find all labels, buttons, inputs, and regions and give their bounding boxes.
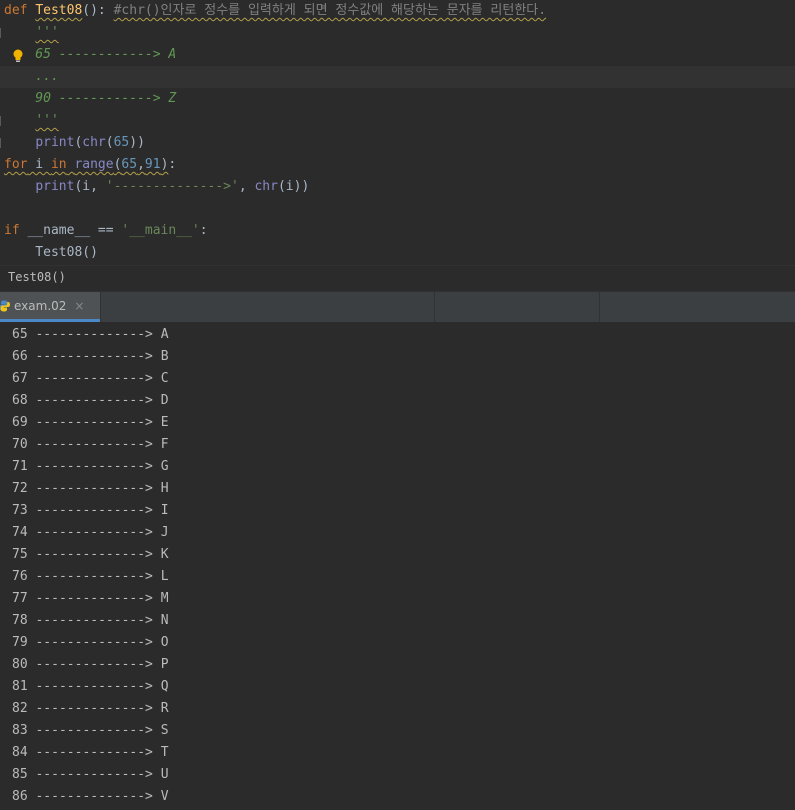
- console-line: 66 --------------> B: [12, 349, 169, 364]
- console-line: 83 --------------> S: [12, 723, 169, 738]
- code-token: )): [129, 135, 145, 150]
- code-token: ,: [238, 179, 255, 194]
- console-line: 73 --------------> I: [12, 503, 169, 518]
- code-token: ():: [82, 3, 114, 18]
- console-line: 71 --------------> G: [12, 459, 169, 474]
- tab-divider: [434, 292, 435, 322]
- code-line[interactable]: ...: [0, 66, 795, 88]
- code-line[interactable]: for i in range(65,91):: [0, 154, 795, 176]
- code-line[interactable]: 90 ------------> Z: [0, 88, 795, 110]
- code-token: chr: [254, 179, 278, 194]
- code-token: print: [35, 135, 75, 150]
- tab-divider: [100, 292, 101, 322]
- console-line: 70 --------------> F: [12, 437, 169, 452]
- code-token: ''': [35, 113, 59, 128]
- code-editor[interactable]: def Test08(): #chr()인자로 정수를 입력하게 되면 정수값에…: [0, 0, 795, 265]
- console-line: 78 --------------> N: [12, 613, 169, 628]
- code-line[interactable]: ''': [0, 110, 795, 132]
- code-token: ...: [4, 69, 59, 84]
- console-line: 76 --------------> L: [12, 569, 169, 584]
- code-line[interactable]: Test08(): [0, 242, 795, 264]
- code-token: #chr()인자로 정수를 입력하게 되면 정수값에 해당하는 문자를 리턴한다…: [113, 3, 547, 18]
- code-token: i: [27, 157, 51, 172]
- console-line: 80 --------------> P: [12, 657, 169, 672]
- code-line[interactable]: ''': [0, 22, 795, 44]
- code-line[interactable]: 65 ------------> A: [0, 44, 795, 66]
- console-line: 74 --------------> J: [12, 525, 169, 540]
- console-line: 67 --------------> C: [12, 371, 169, 386]
- fold-marker[interactable]: [0, 138, 4, 148]
- console-line: 72 --------------> H: [12, 481, 169, 496]
- code-token: if: [4, 223, 28, 238]
- code-token: 65 ------------> A: [4, 47, 177, 62]
- code-token: ,: [137, 157, 145, 172]
- code-token: 90 ------------> Z: [4, 91, 177, 106]
- code-line[interactable]: [0, 198, 795, 220]
- close-icon[interactable]: ×: [74, 299, 84, 313]
- breadcrumb[interactable]: Test08(): [0, 265, 795, 292]
- fold-marker[interactable]: [0, 116, 4, 126]
- tab-exam-02[interactable]: exam.02 ×: [0, 292, 100, 322]
- run-console[interactable]: 65 --------------> A 66 --------------> B…: [0, 322, 795, 810]
- code-token: (i)): [277, 179, 310, 194]
- console-line: 86 --------------> V: [12, 789, 169, 804]
- code-token: ''': [35, 25, 59, 40]
- code-line[interactable]: def Test08(): #chr()인자로 정수를 입력하게 되면 정수값에…: [0, 0, 795, 22]
- fold-marker[interactable]: [0, 28, 4, 38]
- code-line[interactable]: if __name__ == '__main__':: [0, 220, 795, 242]
- console-line: 84 --------------> T: [12, 745, 169, 760]
- code-token: chr: [82, 135, 106, 150]
- console-line: 65 --------------> A: [12, 327, 169, 342]
- console-line: 85 --------------> U: [12, 767, 169, 782]
- code-token: '__main__': [121, 223, 200, 238]
- code-token: :: [199, 223, 208, 238]
- python-icon: [0, 300, 10, 311]
- code-token: (i,: [74, 179, 106, 194]
- breadcrumb-item-test08[interactable]: Test08(): [8, 270, 66, 284]
- code-token: (: [105, 135, 114, 150]
- console-line: 81 --------------> Q: [12, 679, 169, 694]
- code-token: 65: [113, 135, 130, 150]
- run-tab-bar: exam.02 ×: [0, 291, 795, 323]
- console-line: 69 --------------> E: [12, 415, 169, 430]
- console-line: 75 --------------> K: [12, 547, 169, 562]
- code-token: Test08: [35, 3, 83, 18]
- code-token: range: [74, 157, 114, 172]
- code-token: in: [50, 157, 67, 172]
- code-token: def: [4, 3, 36, 18]
- console-line: 82 --------------> R: [12, 701, 169, 716]
- code-line[interactable]: print(chr(65)): [0, 132, 795, 154]
- code-token: 65: [121, 157, 138, 172]
- code-token: Test08(): [4, 245, 98, 260]
- code-token: print: [35, 179, 75, 194]
- code-token: :: [168, 157, 177, 172]
- code-token: 91: [144, 157, 161, 172]
- tab-label: exam.02: [14, 298, 67, 313]
- code-token: '-------------->': [105, 179, 239, 194]
- tab-divider: [599, 292, 600, 322]
- code-token: for: [4, 157, 28, 172]
- console-line: 77 --------------> M: [12, 591, 169, 606]
- console-line: 68 --------------> D: [12, 393, 169, 408]
- console-line: 79 --------------> O: [12, 635, 169, 650]
- code-line[interactable]: print(i, '-------------->', chr(i)): [0, 176, 795, 198]
- code-token: __name__ ==: [27, 223, 122, 238]
